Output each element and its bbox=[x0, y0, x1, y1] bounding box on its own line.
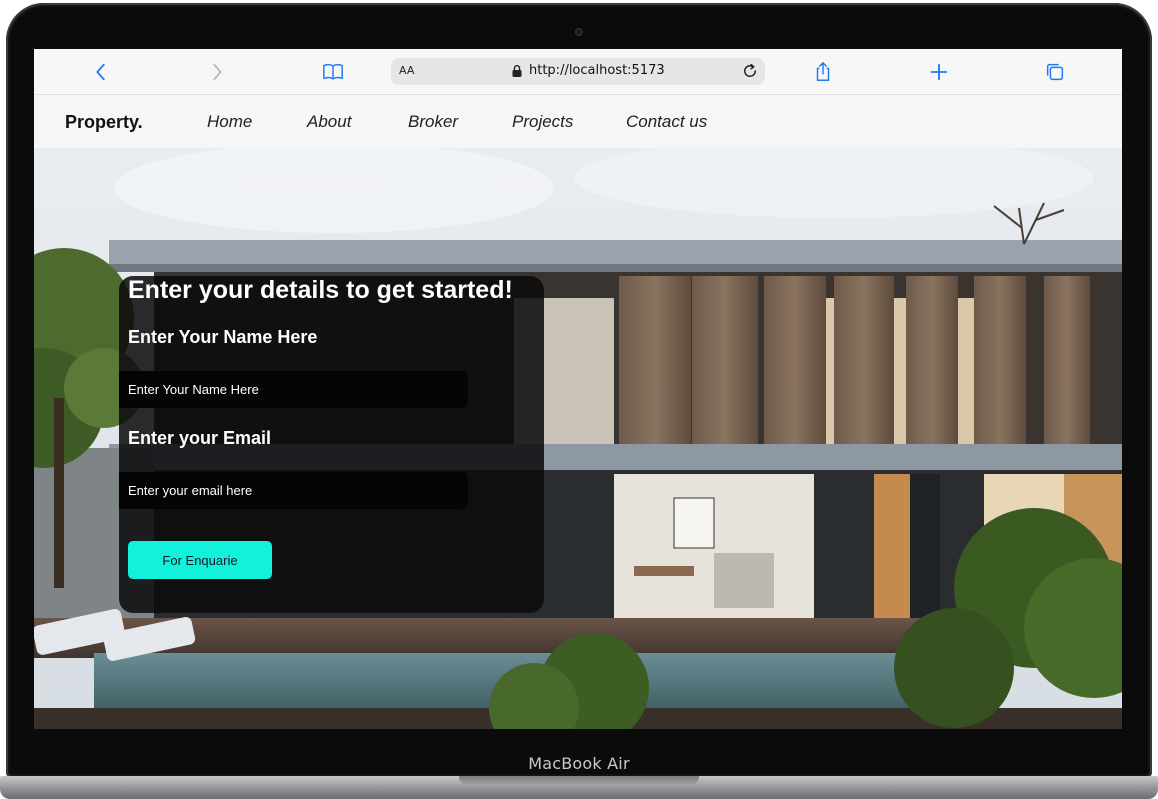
nav-home[interactable]: Home bbox=[207, 112, 252, 132]
hero-image: Enter your details to get started! Enter… bbox=[34, 148, 1122, 729]
back-icon[interactable] bbox=[88, 59, 114, 85]
share-icon[interactable] bbox=[810, 59, 836, 85]
browser-toolbar: AA http://localhost:5173 bbox=[34, 49, 1122, 95]
browser-screen: AA http://localhost:5173 Property. Home … bbox=[34, 49, 1122, 729]
device-label: MacBook Air bbox=[528, 754, 630, 773]
site-navbar: Property. Home About Broker Projects Con… bbox=[34, 95, 1122, 148]
forward-icon[interactable] bbox=[204, 59, 230, 85]
camera-icon bbox=[575, 28, 583, 36]
form-title: Enter your details to get started! bbox=[128, 276, 513, 304]
text-size-button[interactable]: AA bbox=[399, 64, 414, 77]
reload-icon[interactable] bbox=[741, 62, 759, 80]
nav-contact[interactable]: Contact us bbox=[626, 112, 707, 132]
tabs-icon[interactable] bbox=[1042, 59, 1068, 85]
email-label: Enter your Email bbox=[128, 428, 272, 448]
bookmarks-icon[interactable] bbox=[320, 59, 346, 85]
enquiry-form: Enter your details to get started! Enter… bbox=[119, 276, 544, 613]
nav-projects[interactable]: Projects bbox=[512, 112, 573, 132]
enquire-button[interactable]: For Enquarie bbox=[128, 541, 272, 579]
laptop-notch bbox=[459, 776, 699, 786]
nav-broker[interactable]: Broker bbox=[408, 112, 458, 132]
name-label: Enter Your Name Here bbox=[128, 327, 318, 347]
name-input[interactable] bbox=[119, 371, 468, 408]
nav-about[interactable]: About bbox=[307, 112, 351, 132]
lock-icon bbox=[512, 65, 522, 77]
site-logo[interactable]: Property. bbox=[65, 112, 143, 133]
email-input[interactable] bbox=[119, 472, 468, 509]
address-bar[interactable]: AA http://localhost:5173 bbox=[391, 58, 765, 85]
url-text: http://localhost:5173 bbox=[529, 63, 665, 78]
new-tab-icon[interactable] bbox=[926, 59, 952, 85]
